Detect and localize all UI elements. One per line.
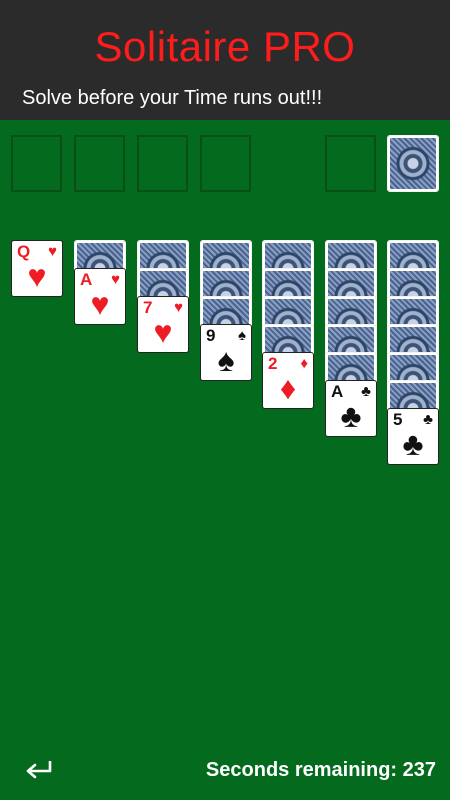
foundation-slot-3[interactable]	[137, 135, 188, 192]
card-suit-large-icon: ♠	[217, 342, 235, 378]
tableau-card-faceup[interactable]: 2 ♦ ♦	[262, 352, 314, 409]
tableau-card-faceup[interactable]: A ♥ ♥	[74, 268, 126, 325]
app-subtitle: Solve before your Time runs out!!!	[22, 87, 323, 109]
card-suit-large-icon: ♥	[90, 286, 110, 322]
card-suit-large-icon: ♦	[279, 370, 297, 406]
card-suit-large-icon: ♣	[402, 426, 424, 462]
foundation-slot-1[interactable]	[11, 135, 62, 192]
card-suit-large-icon: ♥	[153, 314, 173, 350]
card-suit-large-icon: ♥	[27, 258, 47, 294]
waste-pile-slot[interactable]	[325, 135, 376, 192]
tableau-card-faceup[interactable]: Q ♥ ♥	[11, 240, 63, 297]
foundation-slot-4[interactable]	[200, 135, 251, 192]
app-title: Solitaire PRO	[94, 23, 356, 70]
return-arrow-icon	[26, 761, 52, 779]
card-suit-large-icon: ♣	[340, 398, 362, 434]
back-button[interactable]	[24, 756, 54, 782]
timer-text: Seconds remaining: 237	[205, 759, 436, 781]
foundation-slot-2[interactable]	[74, 135, 125, 192]
app-header: Solitaire PRO Solve before your Time run…	[0, 0, 450, 120]
tableau-card-faceup[interactable]: 7 ♥ ♥	[137, 296, 189, 353]
tableau-card-faceup[interactable]: 9 ♠ ♠	[200, 324, 252, 381]
stock-pile[interactable]	[387, 135, 439, 192]
tableau-card-faceup[interactable]: A ♣ ♣	[325, 380, 377, 437]
game-table	[0, 120, 450, 800]
tableau-card-faceup[interactable]: 5 ♣ ♣	[387, 408, 439, 465]
